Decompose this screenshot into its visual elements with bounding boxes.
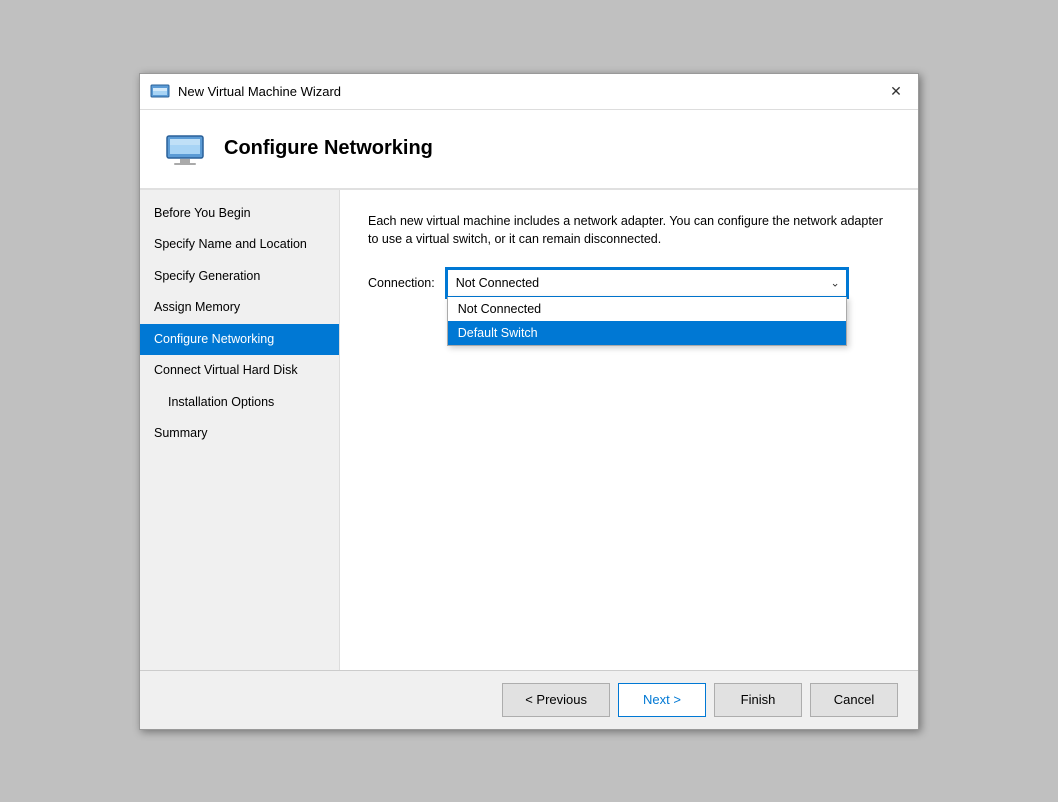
sidebar: Before You BeginSpecify Name and Locatio… [140, 190, 340, 670]
sidebar-item-connect-vhd[interactable]: Connect Virtual Hard Disk [140, 355, 339, 387]
connection-row: Connection: Not Connected ⌄ Not Connecte… [368, 269, 890, 297]
next-button[interactable]: Next > [618, 683, 706, 717]
dropdown-list: Not ConnectedDefault Switch [447, 297, 847, 346]
footer: < Previous Next > Finish Cancel [140, 670, 918, 729]
title-bar-left: New Virtual Machine Wizard [150, 83, 341, 99]
connection-label: Connection: [368, 276, 435, 290]
page-title: Configure Networking [224, 137, 433, 160]
finish-button[interactable]: Finish [714, 683, 802, 717]
sidebar-item-installation-options[interactable]: Installation Options [140, 387, 339, 419]
selected-option-text: Not Connected [456, 276, 539, 290]
dropdown-option-default-switch[interactable]: Default Switch [448, 321, 846, 345]
sidebar-item-summary[interactable]: Summary [140, 418, 339, 450]
main-content: Each new virtual machine includes a netw… [340, 190, 918, 670]
dropdown-option-not-connected[interactable]: Not Connected [448, 297, 846, 321]
title-bar: New Virtual Machine Wizard ✕ [140, 74, 918, 110]
window-icon [150, 83, 170, 99]
cancel-button[interactable]: Cancel [810, 683, 898, 717]
dropdown-arrow-icon: ⌄ [831, 277, 840, 290]
sidebar-item-specify-generation[interactable]: Specify Generation [140, 261, 339, 293]
header-network-icon [164, 132, 206, 166]
wizard-header: Configure Networking [140, 110, 918, 190]
sidebar-item-assign-memory[interactable]: Assign Memory [140, 292, 339, 324]
previous-button[interactable]: < Previous [502, 683, 610, 717]
close-button[interactable]: ✕ [884, 79, 908, 103]
connection-dropdown-wrapper: Not Connected ⌄ Not ConnectedDefault Swi… [447, 269, 847, 297]
sidebar-item-configure-networking[interactable]: Configure Networking [140, 324, 339, 356]
wizard-window: New Virtual Machine Wizard ✕ Configure N… [139, 73, 919, 730]
sidebar-item-before-you-begin[interactable]: Before You Begin [140, 198, 339, 230]
content-area: Before You BeginSpecify Name and Locatio… [140, 190, 918, 670]
description-text: Each new virtual machine includes a netw… [368, 212, 890, 250]
connection-dropdown[interactable]: Not Connected ⌄ [447, 269, 847, 297]
sidebar-item-specify-name[interactable]: Specify Name and Location [140, 229, 339, 261]
window-title: New Virtual Machine Wizard [178, 84, 341, 99]
